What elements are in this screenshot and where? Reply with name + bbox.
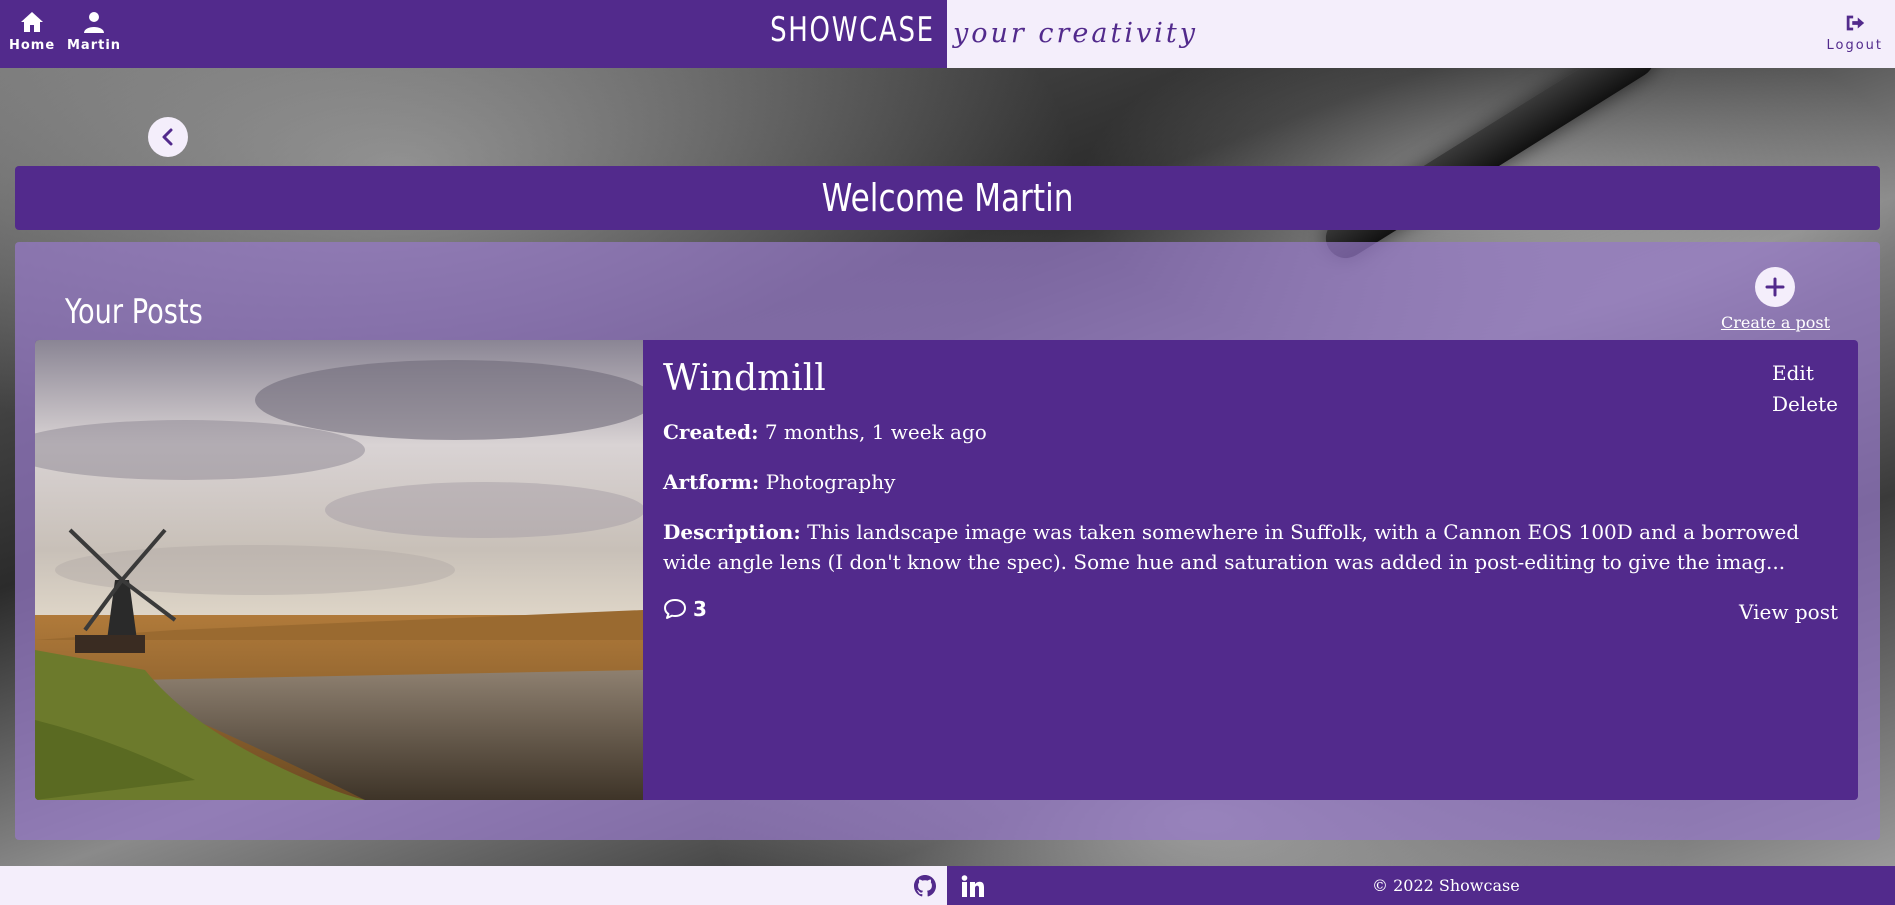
logout-icon [1846,15,1864,31]
description-value: This landscape image was taken somewhere… [663,520,1800,574]
plus-icon [1765,277,1785,297]
create-post-icon-wrap[interactable] [1755,267,1796,307]
view-post-link[interactable]: View post [1739,600,1838,624]
post-artform: Artform: Photography [663,467,1838,497]
copyright: © 2022 Showcase [1372,876,1520,895]
create-post-label[interactable]: Create a post [1721,313,1830,332]
logout-label: Logout [1826,38,1883,53]
brand-logo[interactable]: SHOWCASE [770,10,935,50]
footer: © 2022 Showcase [0,866,1895,905]
delete-link[interactable]: Delete [1772,389,1838,420]
comment-count-value: 3 [693,597,707,621]
github-icon[interactable] [913,874,937,898]
footer-right: © 2022 Showcase [947,866,1895,905]
navbar-left: Home Martin SHOWCASE [0,0,947,68]
logout-link[interactable]: Logout [1826,12,1883,53]
linkedin-icon[interactable] [961,875,985,897]
welcome-banner: Welcome Martin [15,166,1880,230]
navbar: Home Martin SHOWCASE your creativity Log… [0,0,1895,68]
post-created: Created: 7 months, 1 week ago [663,417,1838,447]
nav-home-label: Home [9,38,56,53]
post-actions: Edit Delete [1772,358,1838,420]
back-button[interactable] [148,117,188,157]
posts-title: Your Posts [65,292,203,332]
post-card: Windmill Created: 7 months, 1 week ago A… [35,340,1858,800]
edit-link[interactable]: Edit [1772,358,1838,389]
welcome-text: Welcome Martin [821,176,1074,220]
home-icon [21,12,44,32]
created-value: 7 months, 1 week ago [764,420,987,444]
post-description: Description: This landscape image was ta… [663,517,1838,577]
tagline: your creativity [953,18,1198,49]
nav-user[interactable]: Martin [67,10,121,53]
nav-user-label: Martin [67,38,122,53]
comment-icon [664,599,686,619]
footer-left [0,866,947,905]
comment-count[interactable]: 3 [663,597,1838,621]
artform-label: Artform: [663,470,760,494]
post-title: Windmill [663,358,826,399]
user-icon [84,12,105,33]
posts-panel: Your Posts Create a post Windmill Create… [15,242,1880,840]
created-label: Created: [663,420,759,444]
create-post-button[interactable]: Create a post [1721,267,1830,332]
nav-home[interactable]: Home [9,10,55,53]
post-body: Windmill Created: 7 months, 1 week ago A… [663,358,1838,621]
windmill-photo [35,340,643,800]
chevron-left-icon [162,128,173,146]
description-label: Description: [663,520,801,544]
artform-value: Photography [765,470,896,494]
post-image[interactable] [35,340,643,800]
navbar-right: your creativity Logout [947,0,1895,68]
